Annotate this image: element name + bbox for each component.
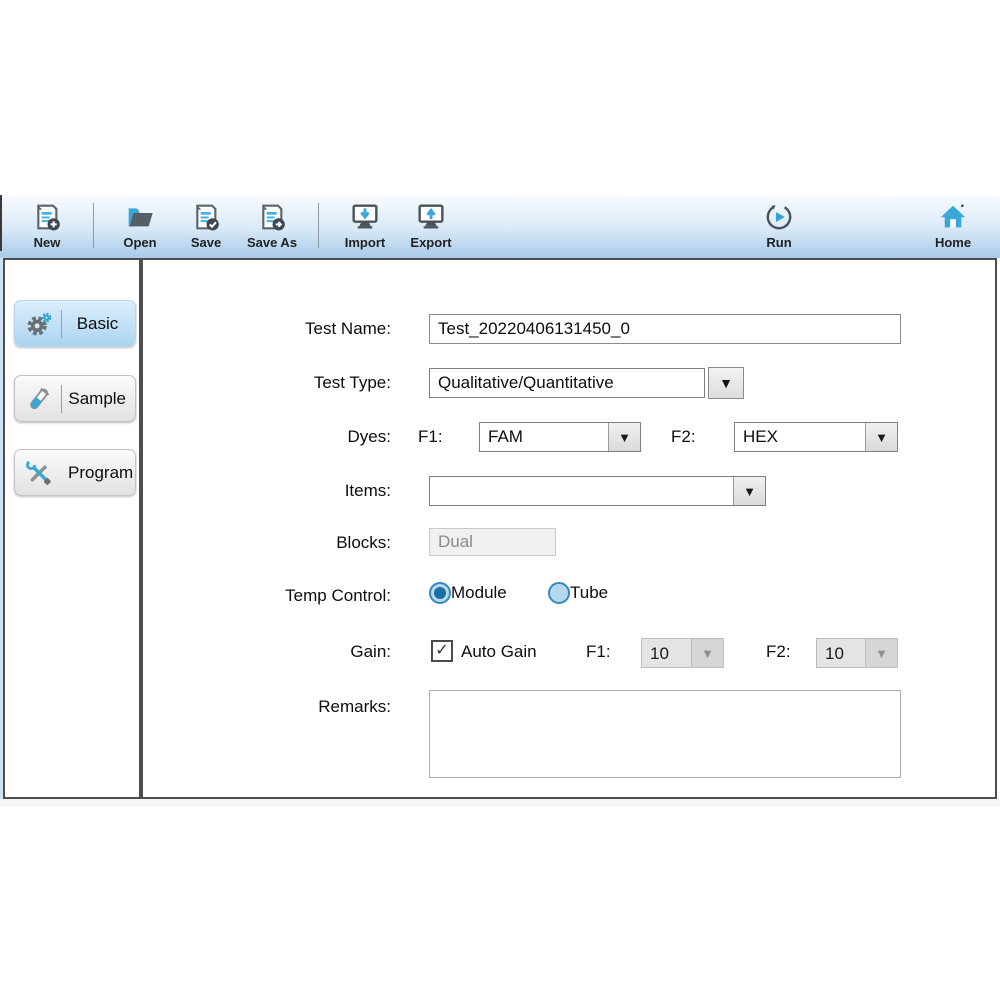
- dye-f1-value: FAM: [480, 423, 608, 451]
- sidebar-item-label: Basic: [69, 314, 126, 334]
- export-button[interactable]: Export: [398, 200, 464, 250]
- sidebar-item-sample[interactable]: Sample: [14, 375, 136, 422]
- blocks-label: Blocks:: [143, 533, 391, 553]
- radio-selected-icon[interactable]: [429, 582, 451, 604]
- test-type-label: Test Type:: [143, 373, 391, 393]
- test-type-dropdown-button[interactable]: ▼: [708, 367, 744, 399]
- gain-label: Gain:: [143, 642, 391, 662]
- radio-unselected-icon[interactable]: [548, 582, 570, 604]
- basic-settings-panel: Test Name: Test Type: Qualitative/Quanti…: [141, 258, 997, 799]
- gain-f1-dropdown-button: ▼: [691, 639, 723, 667]
- dyes-f1-label: F1:: [418, 427, 443, 447]
- items-value: [430, 477, 733, 505]
- open-folder-icon: [123, 200, 157, 234]
- toolbar-label-save-as: Save As: [247, 235, 297, 250]
- toolbar-label-open: Open: [123, 235, 156, 250]
- temp-control-label: Temp Control:: [143, 586, 391, 606]
- save-as-button[interactable]: Save As: [239, 200, 305, 250]
- chevron-down-icon: ▼: [875, 646, 888, 661]
- gain-f2-dropdown-button: ▼: [865, 639, 897, 667]
- toolbar-label-save: Save: [191, 235, 221, 250]
- tools-icon: [24, 458, 54, 488]
- home-button[interactable]: Home: [920, 200, 986, 250]
- remarks-label: Remarks:: [143, 697, 391, 717]
- window-bottom-edge: [0, 799, 1000, 807]
- temp-control-module-label[interactable]: Module: [451, 583, 507, 603]
- toolbar-label-export: Export: [410, 235, 451, 250]
- chevron-down-icon: ▼: [618, 430, 631, 445]
- blocks-input: [429, 528, 556, 556]
- open-button[interactable]: Open: [107, 200, 173, 250]
- save-button[interactable]: Save: [173, 200, 239, 250]
- test-tube-icon: [24, 384, 54, 414]
- items-select[interactable]: ▼: [429, 476, 766, 506]
- temp-control-module-option[interactable]: Module: [429, 582, 507, 604]
- gain-f1-label: F1:: [586, 642, 611, 662]
- dyes-f2-label: F2:: [671, 427, 696, 447]
- toolbar-label-new: New: [34, 235, 61, 250]
- toolbar-label-run: Run: [766, 235, 791, 250]
- sidebar-item-program[interactable]: Program: [14, 449, 136, 496]
- auto-gain-checkbox[interactable]: [431, 640, 453, 662]
- import-button[interactable]: Import: [332, 200, 398, 250]
- sidebar-item-basic[interactable]: Basic: [14, 300, 136, 347]
- home-icon: [936, 200, 970, 234]
- test-name-input[interactable]: [429, 314, 901, 344]
- items-label: Items:: [143, 481, 391, 501]
- auto-gain-checkbox-label[interactable]: Auto Gain: [461, 642, 537, 662]
- toolbar-label-import: Import: [345, 235, 385, 250]
- new-button[interactable]: New: [14, 200, 80, 250]
- items-dropdown-button[interactable]: ▼: [733, 477, 765, 505]
- new-document-icon: [30, 200, 64, 234]
- dye-f1-dropdown-button[interactable]: ▼: [608, 423, 640, 451]
- sidebar: Basic Sample: [3, 258, 141, 799]
- gain-f2-select: 10 ▼: [816, 638, 898, 668]
- gain-f2-label: F2:: [766, 642, 791, 662]
- chevron-down-icon: ▼: [743, 484, 756, 499]
- dye-f2-select[interactable]: HEX ▼: [734, 422, 898, 452]
- sidebar-item-label: Sample: [68, 389, 126, 409]
- temp-control-tube-label[interactable]: Tube: [570, 583, 608, 603]
- toolbar-separator: [93, 203, 94, 248]
- run-button[interactable]: Run: [746, 200, 812, 250]
- save-document-icon: [189, 200, 223, 234]
- chevron-down-icon: ▼: [701, 646, 714, 661]
- toolbar-label-home: Home: [935, 235, 971, 250]
- dye-f2-dropdown-button[interactable]: ▼: [865, 423, 897, 451]
- test-type-select[interactable]: Qualitative/Quantitative: [429, 368, 705, 398]
- gain-f2-value: 10: [817, 639, 865, 667]
- dye-f1-select[interactable]: FAM ▼: [479, 422, 641, 452]
- toolbar-separator: [318, 203, 319, 248]
- gear-icon: [24, 309, 54, 339]
- gain-f1-select: 10 ▼: [641, 638, 724, 668]
- chevron-down-icon: ▼: [719, 375, 733, 391]
- export-icon: [414, 200, 448, 234]
- test-type-value: Qualitative/Quantitative: [430, 369, 704, 397]
- test-name-label: Test Name:: [143, 319, 391, 339]
- sidebar-item-label: Program: [68, 463, 133, 483]
- chevron-down-icon: ▼: [875, 430, 888, 445]
- dyes-label: Dyes:: [143, 427, 391, 447]
- import-icon: [348, 200, 382, 234]
- gain-f1-value: 10: [642, 639, 691, 667]
- dye-f2-value: HEX: [735, 423, 865, 451]
- run-icon: [762, 200, 796, 234]
- save-as-document-icon: [255, 200, 289, 234]
- temp-control-tube-option[interactable]: Tube: [548, 582, 608, 604]
- sidebar-button-divider: [61, 310, 62, 338]
- remarks-textarea[interactable]: [429, 690, 901, 778]
- toolbar: New Open: [0, 195, 1000, 258]
- application-window: New Open: [0, 0, 1000, 1000]
